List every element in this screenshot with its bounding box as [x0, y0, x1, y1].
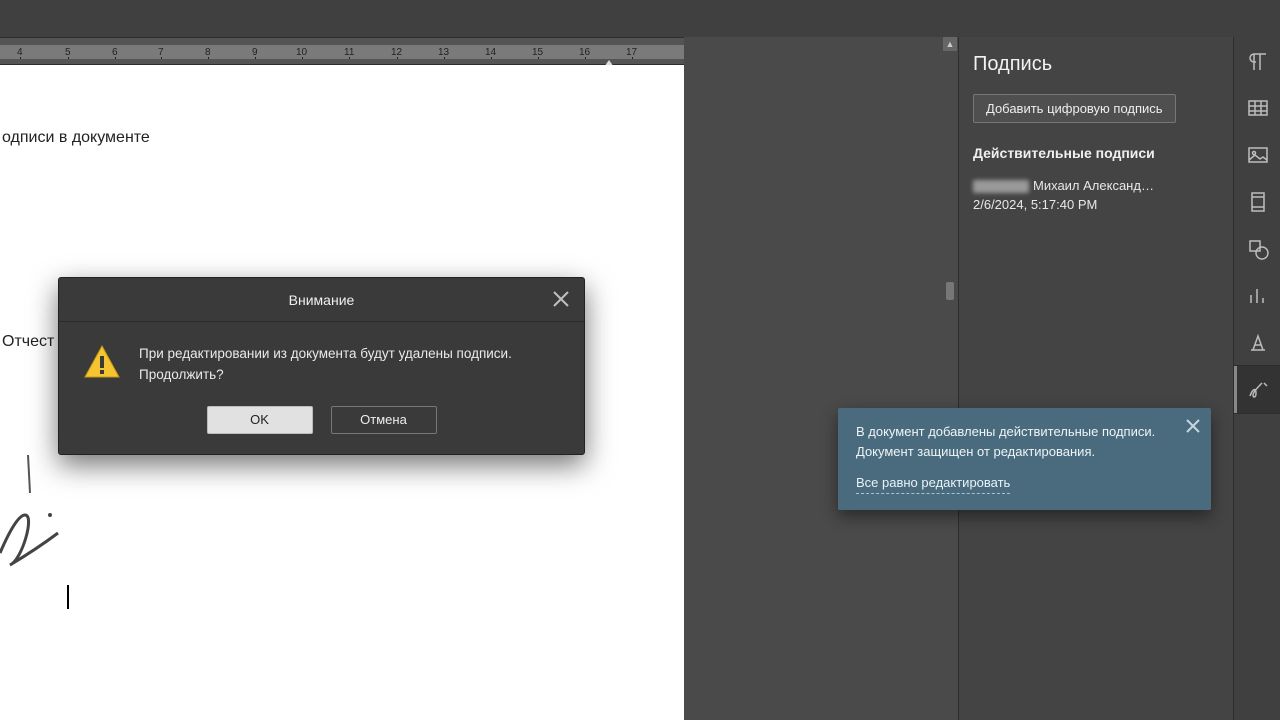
- table-tab[interactable]: [1234, 84, 1280, 131]
- ruler-tick: 11: [344, 47, 354, 58]
- right-tool-rail: [1233, 37, 1280, 720]
- close-icon: [552, 290, 570, 308]
- protection-toast: В документ добавлены действительные подп…: [838, 408, 1211, 510]
- dialog-message: При редактировании из документа будут уд…: [139, 344, 512, 386]
- warning-dialog: Внимание При редактировании из документа…: [58, 277, 585, 455]
- edit-anyway-link[interactable]: Все равно редактировать: [856, 473, 1010, 494]
- ruler-tick: 8: [205, 47, 211, 58]
- ruler-tick: 5: [65, 47, 71, 58]
- header-footer-tab[interactable]: [1234, 178, 1280, 225]
- paragraph-icon: [1247, 50, 1269, 72]
- toast-text-line: В документ добавлены действительные подп…: [856, 422, 1175, 442]
- table-icon: [1247, 97, 1269, 119]
- signature-tab[interactable]: [1234, 366, 1280, 413]
- close-icon: [1185, 418, 1201, 434]
- shape-icon: [1247, 238, 1269, 260]
- signature-panel: Подпись Добавить цифровую подпись Действ…: [958, 37, 1233, 720]
- signature-name-line: Михаил Александ…: [973, 177, 1219, 196]
- shape-tab[interactable]: [1234, 225, 1280, 272]
- signature-entry[interactable]: Михаил Александ… 2/6/2024, 5:17:40 PM: [973, 177, 1219, 215]
- canvas-background: [684, 37, 958, 720]
- toast-text-line: Документ защищен от редактирования.: [856, 442, 1175, 462]
- vertical-scrollbar[interactable]: ▲: [943, 37, 958, 720]
- horizontal-ruler: 4 5 6 7 8 9 10 11 12 13 14 15 16 17: [0, 37, 684, 65]
- textart-icon: [1247, 332, 1269, 354]
- dialog-message-line: При редактировании из документа будут уд…: [139, 344, 512, 365]
- signature-name: Михаил Александ…: [1033, 178, 1154, 193]
- ruler-tick: 7: [158, 47, 164, 58]
- dialog-title: Внимание: [289, 292, 355, 308]
- ruler-tick: 6: [112, 47, 118, 58]
- ruler-tick: 16: [579, 47, 590, 58]
- ruler-tick: 17: [626, 47, 637, 58]
- valid-signatures-header: Действительные подписи: [973, 145, 1219, 161]
- ruler-tick: 4: [17, 47, 23, 58]
- signature-timestamp: 2/6/2024, 5:17:40 PM: [973, 196, 1219, 215]
- paragraph-tab[interactable]: [1234, 37, 1280, 84]
- redacted-text: [973, 180, 1029, 193]
- scroll-thumb[interactable]: [946, 282, 954, 300]
- ruler-tick: 10: [296, 47, 307, 58]
- add-digital-signature-button[interactable]: Добавить цифровую подпись: [973, 94, 1176, 123]
- ruler-track: 4 5 6 7 8 9 10 11 12 13 14 15 16 17: [0, 45, 684, 59]
- ruler-tick: 14: [485, 47, 496, 58]
- handwritten-signature-image: [0, 455, 60, 575]
- page-icon: [1247, 191, 1269, 213]
- panel-title: Подпись: [973, 53, 1219, 76]
- image-tab[interactable]: [1234, 131, 1280, 178]
- image-icon: [1247, 144, 1269, 166]
- dialog-close-button[interactable]: [552, 290, 570, 308]
- chart-tab[interactable]: [1234, 272, 1280, 319]
- document-text-line: одписи в документе: [2, 129, 150, 147]
- chart-icon: [1247, 285, 1269, 307]
- toast-close-button[interactable]: [1185, 418, 1201, 434]
- cancel-button[interactable]: Отмена: [331, 406, 437, 434]
- ruler-tick: 15: [532, 47, 543, 58]
- app-titlebar: [0, 0, 1280, 37]
- document-text-line: Отчест: [2, 333, 54, 351]
- dialog-titlebar: Внимание: [59, 278, 584, 322]
- text-cursor: [67, 585, 69, 609]
- ruler-tick: 13: [438, 47, 449, 58]
- signature-icon: [1247, 379, 1269, 401]
- dialog-message-line: Продолжить?: [139, 365, 512, 386]
- ruler-tick: 12: [391, 47, 402, 58]
- warning-icon: [83, 344, 121, 386]
- ruler-tick: 9: [252, 47, 258, 58]
- scroll-up-button[interactable]: ▲: [943, 37, 957, 51]
- textart-tab[interactable]: [1234, 319, 1280, 366]
- ok-button[interactable]: OK: [207, 406, 313, 434]
